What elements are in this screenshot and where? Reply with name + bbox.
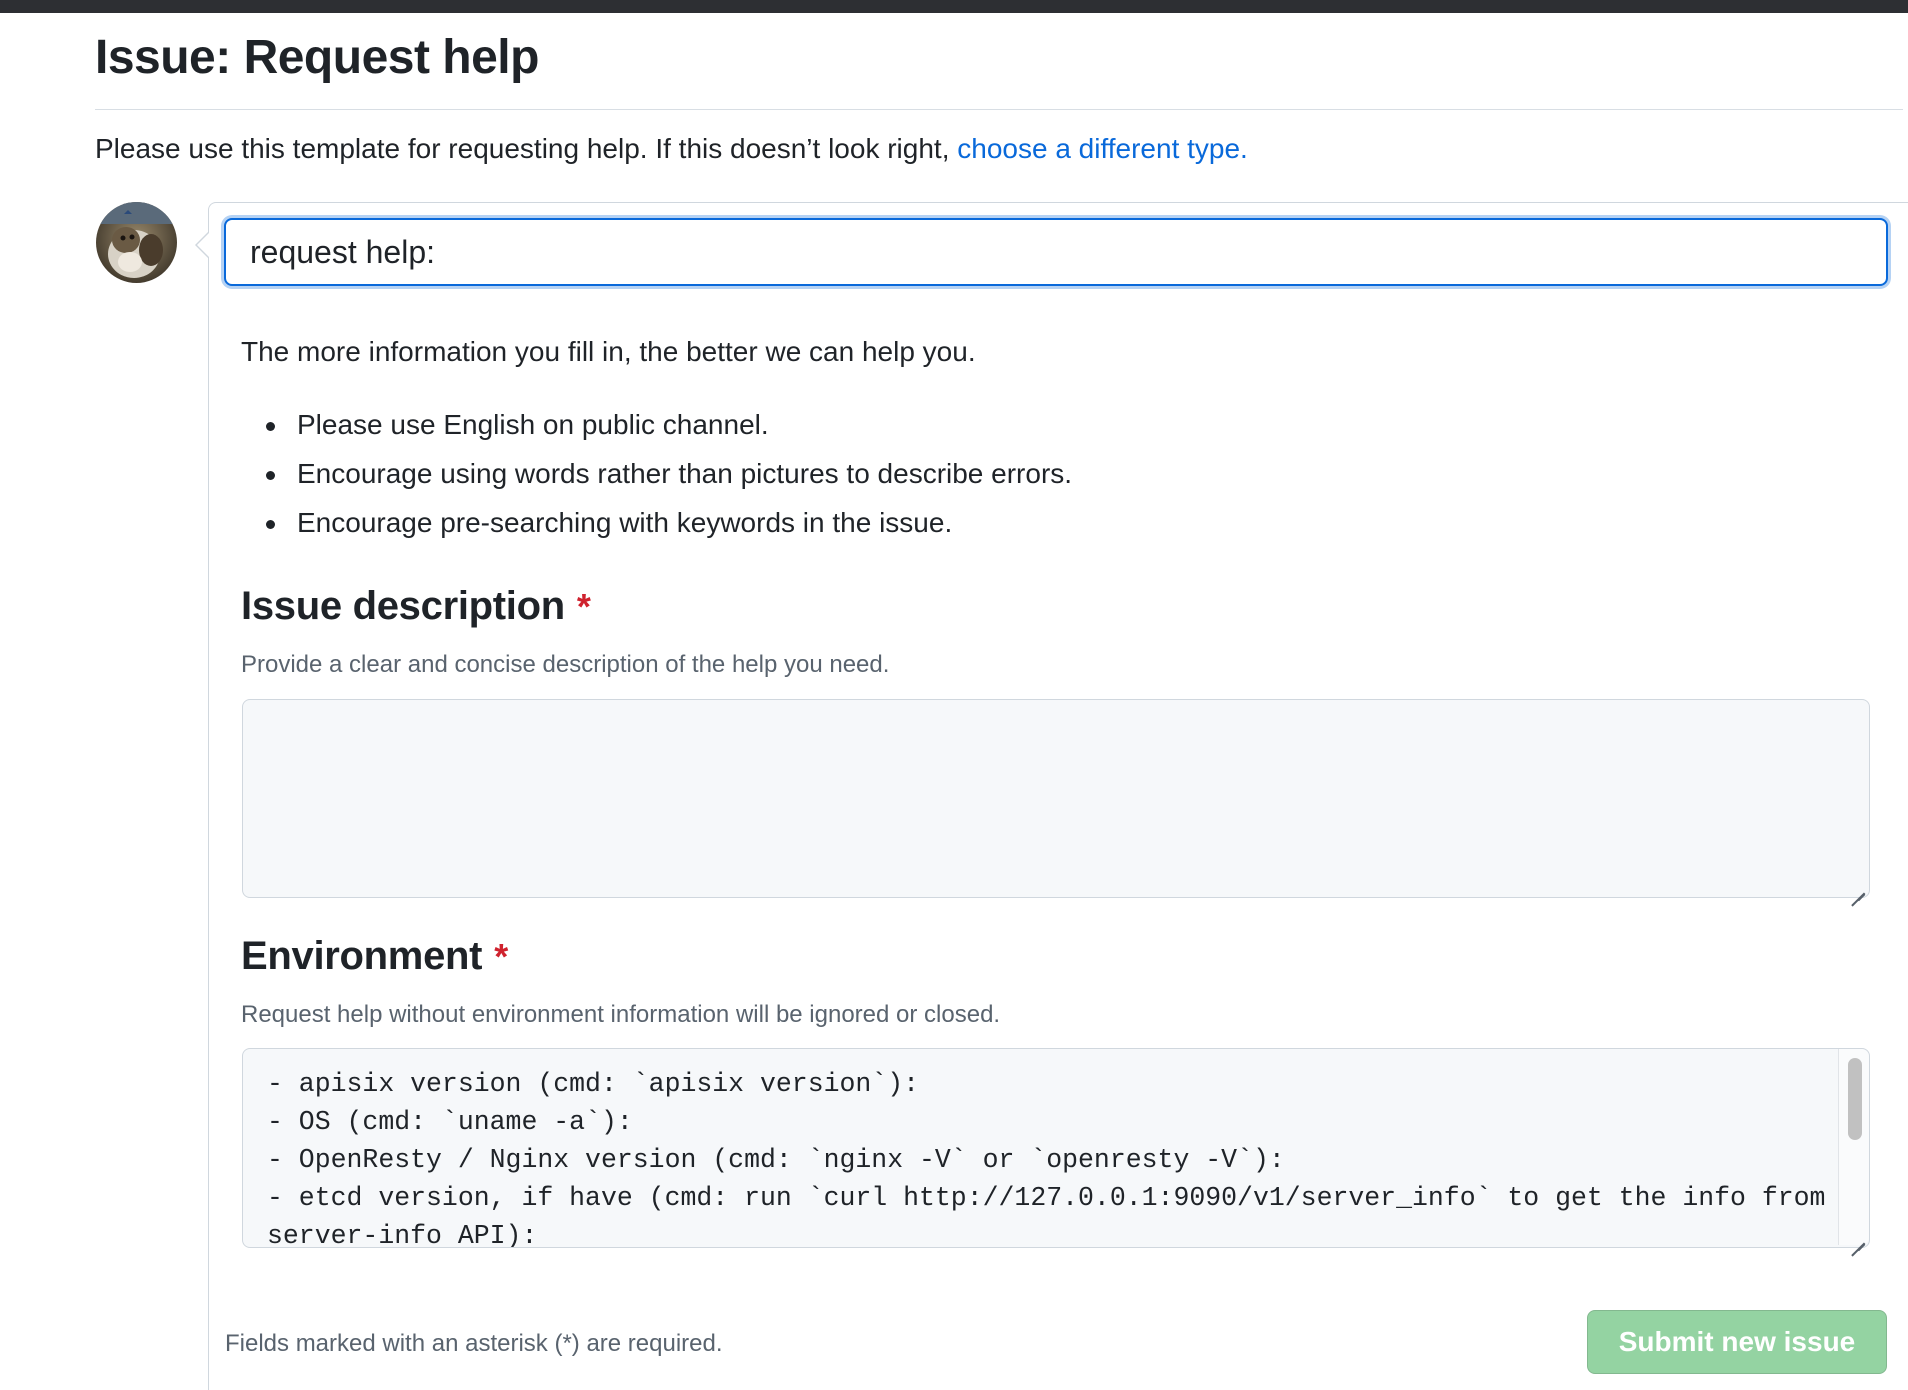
choose-different-type-link[interactable]: choose a different type. — [957, 133, 1248, 164]
top-bar — [0, 0, 1908, 13]
template-intro-text: Please use this template for requesting … — [95, 133, 958, 164]
guideline-item: Encourage using words rather than pictur… — [241, 456, 1072, 492]
issue-description-textarea[interactable] — [242, 699, 1870, 898]
resize-handle-icon[interactable] — [1849, 877, 1865, 893]
issue-description-heading: Issue description * — [241, 584, 591, 629]
environment-label: Environment — [241, 934, 483, 978]
template-intro: Please use this template for requesting … — [95, 133, 1248, 165]
environment-heading: Environment * — [241, 934, 508, 979]
environment-textarea[interactable]: - apisix version (cmd: `apisix version`)… — [242, 1048, 1870, 1248]
issue-title-input[interactable] — [224, 218, 1888, 286]
resize-handle-icon[interactable] — [1849, 1227, 1865, 1243]
page-title: Issue: Request help — [95, 31, 539, 84]
required-asterisk: * — [576, 586, 591, 627]
environment-scrollbar-thumb[interactable] — [1848, 1058, 1862, 1140]
title-divider — [95, 109, 1903, 110]
form-description: The more information you fill in, the be… — [241, 336, 976, 367]
card-pointer-fill — [197, 233, 209, 257]
guideline-item: Encourage pre-searching with keywords in… — [241, 505, 1072, 541]
submit-new-issue-button[interactable]: Submit new issue — [1587, 1310, 1887, 1374]
required-fields-note: Fields marked with an asterisk (*) are r… — [225, 1330, 723, 1357]
user-avatar[interactable] — [96, 202, 177, 283]
guideline-list: Please use English on public channel. En… — [241, 407, 1072, 554]
guideline-item: Please use English on public channel. — [241, 407, 1072, 443]
required-asterisk: * — [494, 936, 508, 977]
issue-description-label: Issue description — [241, 584, 565, 628]
environment-hint: Request help without environment informa… — [241, 1001, 1001, 1028]
issue-description-hint: Provide a clear and concise description … — [241, 651, 890, 678]
